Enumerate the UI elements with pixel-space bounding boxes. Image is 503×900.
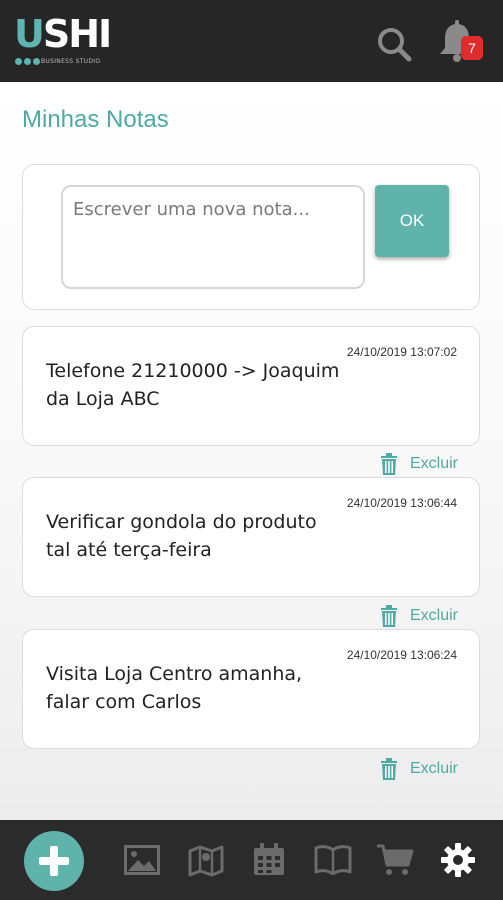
- delete-note-button[interactable]: Excluir: [380, 605, 458, 627]
- note-date: 24/10/2019 13:06:44: [346, 496, 457, 510]
- note-date: 24/10/2019 13:06:24: [346, 648, 457, 662]
- add-button[interactable]: [24, 831, 84, 891]
- book-icon: [314, 845, 352, 875]
- delete-label: Excluir: [410, 607, 459, 624]
- search-button[interactable]: [374, 24, 414, 64]
- delete-note-button[interactable]: Excluir: [380, 453, 458, 475]
- page-title: Minhas Notas: [22, 106, 169, 133]
- nav-gallery[interactable]: [122, 840, 162, 880]
- nav-map[interactable]: [186, 840, 226, 880]
- delete-label: Excluir: [410, 455, 459, 472]
- ok-button[interactable]: OK: [375, 185, 449, 257]
- gear-icon: [441, 843, 475, 877]
- new-note-input[interactable]: [61, 185, 365, 289]
- trash-icon: [381, 453, 397, 475]
- search-icon: [378, 28, 412, 62]
- nav-calendar[interactable]: [249, 840, 289, 880]
- notification-badge: 7: [461, 36, 483, 60]
- nav-book[interactable]: [313, 840, 353, 880]
- delete-note-button[interactable]: Excluir: [380, 758, 458, 780]
- map-icon: [188, 845, 224, 877]
- note-card: 24/10/2019 13:06:24 Visita Loja Centro a…: [22, 629, 480, 749]
- note-text: Visita Loja Centro amanha, falar com Car…: [46, 663, 303, 713]
- top-bar: USHI BUSINESS STUDIO 7: [0, 0, 503, 82]
- logo-subtitle: BUSINESS STUDIO: [41, 58, 101, 65]
- nav-cart[interactable]: [375, 840, 415, 880]
- trash-icon: [381, 605, 397, 627]
- note-text: Telefone 21210000 -> Joaquim da Loja ABC: [46, 360, 340, 410]
- note-date: 24/10/2019 13:07:02: [346, 345, 457, 359]
- logo-dots: [15, 58, 40, 65]
- trash-icon: [381, 758, 397, 780]
- notifications-button[interactable]: 7: [437, 20, 487, 66]
- calendar-icon: [254, 843, 284, 875]
- cart-icon: [377, 844, 414, 875]
- note-text: Verificar gondola do produto tal até ter…: [46, 511, 317, 561]
- nav-settings[interactable]: [438, 840, 478, 880]
- delete-label: Excluir: [410, 760, 459, 777]
- logo-wordmark: USHI: [14, 12, 112, 56]
- notes-page: Minhas Notas OK 24/10/2019 13:07:02 Tele…: [0, 82, 503, 820]
- add-icon: [39, 846, 69, 876]
- new-note-card: OK: [22, 164, 480, 310]
- bottom-navigation: [0, 820, 503, 900]
- note-card: 24/10/2019 13:06:44 Verificar gondola do…: [22, 477, 480, 597]
- image-icon: [124, 845, 160, 875]
- note-card: 24/10/2019 13:07:02 Telefone 21210000 ->…: [22, 326, 480, 446]
- ushi-logo[interactable]: USHI BUSINESS STUDIO: [14, 14, 112, 70]
